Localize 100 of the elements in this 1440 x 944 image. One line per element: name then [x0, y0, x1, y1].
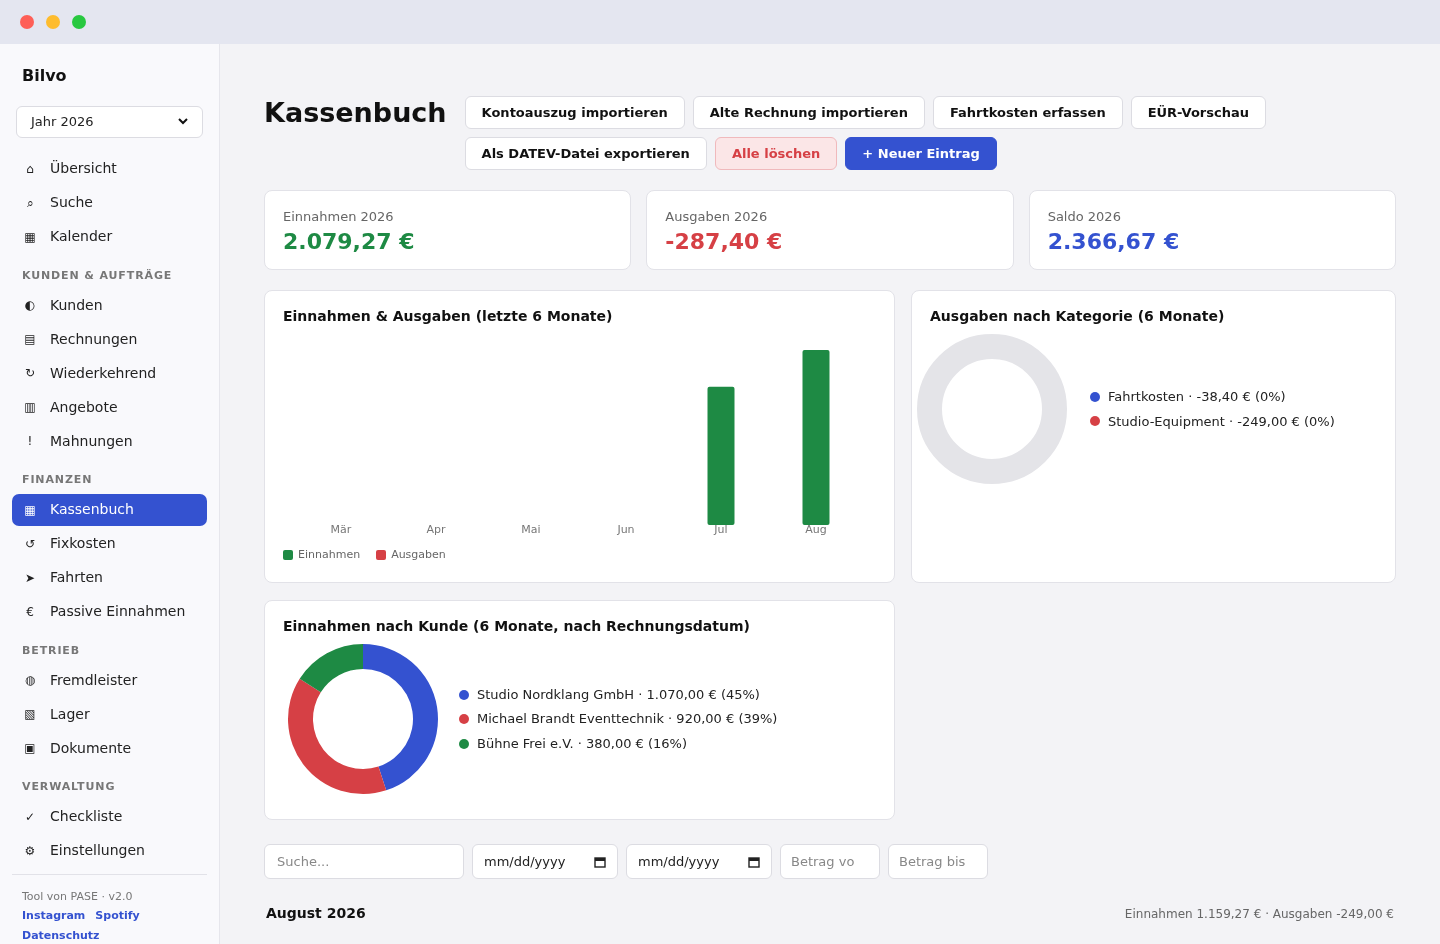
nav-item[interactable]: ↺ Fixkosten — [12, 527, 207, 560]
card-title: Einnahmen nach Kunde (6 Monate, nach Rechnungsdatum) — [283, 617, 751, 636]
action-button[interactable]: Alle löschen — [714, 137, 838, 170]
nav-icon: ▦ — [24, 227, 36, 246]
nav-label: Fahrten — [50, 568, 103, 587]
nav-item[interactable]: ▤ Rechnungen — [12, 323, 207, 355]
axis-label: Aug — [805, 523, 827, 535]
month-heading: August 2026 — [266, 904, 366, 923]
nav-icon: ◐ — [24, 296, 36, 314]
nav-item[interactable]: ▧ Lager — [12, 698, 207, 730]
footer-link[interactable]: Instagram — [22, 908, 86, 925]
month-summary: Einnahmen 1.159,27 € · Ausgaben -249,00 € — [1124, 905, 1394, 923]
stat-label: Ausgaben 2026 — [665, 208, 769, 226]
action-button[interactable]: Kontoauszug importieren — [464, 96, 685, 129]
nav-icon: ▥ — [24, 398, 36, 416]
nav-item[interactable]: ▦ Kassenbuch — [12, 493, 207, 526]
axis-label: Mär — [330, 523, 352, 535]
nav-icon: ⌕ — [24, 193, 36, 212]
date-field[interactable]: mm/dd/yyyy — [626, 844, 772, 879]
action-button[interactable]: EÜR-Vorschau — [1130, 96, 1266, 129]
nav-item[interactable]: ✓ Checkliste — [12, 800, 207, 833]
legend-label: Ausgaben — [391, 547, 446, 563]
nav-item[interactable]: € Passive Einnahmen — [12, 595, 207, 628]
calendar-icon[interactable] — [748, 855, 760, 868]
date-field[interactable]: mm/dd/yyyy — [472, 844, 618, 879]
nav-icon: ▣ — [24, 739, 36, 757]
nav-icon: ↺ — [24, 534, 36, 553]
section-heading: BETRIEB — [21, 642, 82, 659]
stat-label: Saldo 2026 — [1047, 208, 1122, 226]
nav-item[interactable]: ⌂ Übersicht — [12, 152, 207, 185]
nav-item[interactable]: ▥ Angebote — [12, 391, 207, 423]
legend-label: Michael Brandt Eventtechnik · 920,00 € (39%) — [477, 710, 778, 729]
nav-icon: € — [24, 602, 36, 621]
nav-item[interactable]: ◍ Fremdleister — [12, 664, 207, 696]
footer-link[interactable]: Datenschutz — [22, 927, 100, 944]
nav-label: Passive Einnahmen — [50, 602, 186, 621]
axis-label: Jun — [617, 523, 635, 535]
legend-label: Fahrtkosten · -38,40 € (0%) — [1108, 388, 1286, 406]
action-button[interactable]: Als DATEV-Datei exportieren — [464, 137, 707, 170]
nav-icon: ▧ — [24, 705, 36, 723]
footer-text: Tool von PASE · v2.0 — [22, 888, 134, 905]
nav-label: Suche — [50, 193, 93, 212]
legend-label: Bühne Frei e.V. · 380,00 € (16%) — [477, 734, 688, 753]
nav-label: Kunden — [50, 295, 103, 315]
nav-label: Kassenbuch — [50, 500, 134, 519]
nav-item[interactable]: ↻ Wiederkehrend — [12, 357, 207, 389]
action-button[interactable]: + Neuer Eintrag — [845, 137, 997, 170]
nav-label: Fremdleister — [50, 670, 138, 690]
nav-icon: ⌂ — [24, 159, 36, 178]
nav-item[interactable]: ◐ Kunden — [12, 289, 207, 321]
nav-item[interactable]: ▣ Dokumente — [12, 732, 207, 764]
nav-icon: ! — [24, 432, 36, 450]
footer-link[interactable]: Spotify — [95, 908, 140, 925]
nav-icon: ▦ — [24, 500, 36, 519]
nav-label: Einstellungen — [50, 841, 145, 860]
legend-label: Studio-Equipment · -249,00 € (0%) — [1108, 412, 1335, 431]
card-title: Einnahmen & Ausgaben (letzte 6 Monate) — [283, 307, 614, 326]
amount-field[interactable]: Betrag vo — [780, 844, 880, 879]
axis-label: Mai — [521, 523, 541, 535]
stat-value: 2.079,27 € — [283, 227, 416, 256]
nav-item[interactable]: ! Mahnungen — [12, 425, 207, 457]
year-select[interactable]: Jahr 2026 — [16, 106, 203, 138]
axis-label: Jul — [714, 523, 728, 535]
stat-label: Einnahmen 2026 — [283, 208, 395, 226]
nav-item[interactable]: ⚙ Einstellungen — [12, 834, 207, 867]
nav-label: Angebote — [50, 397, 118, 417]
card-title: Ausgaben nach Kategorie (6 Monate) — [930, 307, 1226, 326]
legend-label: Einnahmen — [298, 547, 361, 563]
axis-label: Apr — [426, 523, 446, 535]
nav-label: Mahnungen — [50, 431, 133, 451]
brand-name: Bilvo — [21, 65, 68, 87]
section-heading: KUNDEN & AUFTRÄGE — [21, 267, 174, 284]
nav-item[interactable]: ⌕ Suche — [12, 186, 207, 219]
nav-icon: ◍ — [24, 671, 36, 689]
nav-icon: ✓ — [24, 807, 36, 826]
chevron-down-icon — [178, 118, 188, 126]
nav-item[interactable]: ▦ Kalender — [12, 220, 207, 253]
calendar-icon[interactable] — [594, 855, 606, 868]
nav-label: Checkliste — [50, 807, 123, 826]
nav-label: Dokumente — [50, 738, 132, 758]
nav-label: Kalender — [50, 227, 113, 246]
nav-label: Wiederkehrend — [50, 363, 157, 383]
nav-label: Lager — [50, 704, 90, 724]
stat-value: -287,40 € — [665, 227, 784, 256]
stat-value: 2.366,67 € — [1047, 227, 1181, 256]
action-button[interactable]: Fahrtkosten erfassen — [932, 96, 1123, 129]
nav-label: Fixkosten — [50, 534, 116, 553]
nav-item[interactable]: ➤ Fahrten — [12, 561, 207, 594]
nav-label: Rechnungen — [50, 329, 138, 349]
page-title: Kassenbuch — [264, 97, 447, 129]
search-field[interactable]: Suche... — [264, 844, 464, 879]
legend-label: Studio Nordklang GmbH · 1.070,00 € (45%) — [477, 685, 760, 704]
nav-icon: ▤ — [24, 330, 36, 348]
amount-field[interactable]: Betrag bis — [888, 844, 988, 879]
action-button[interactable]: Alte Rechnung importieren — [692, 96, 925, 129]
section-heading: VERWALTUNG — [21, 779, 117, 795]
nav-icon: ➤ — [24, 568, 36, 587]
nav-icon: ⚙ — [24, 841, 36, 860]
nav-icon: ↻ — [24, 364, 36, 382]
section-heading: FINANZEN — [21, 472, 94, 488]
